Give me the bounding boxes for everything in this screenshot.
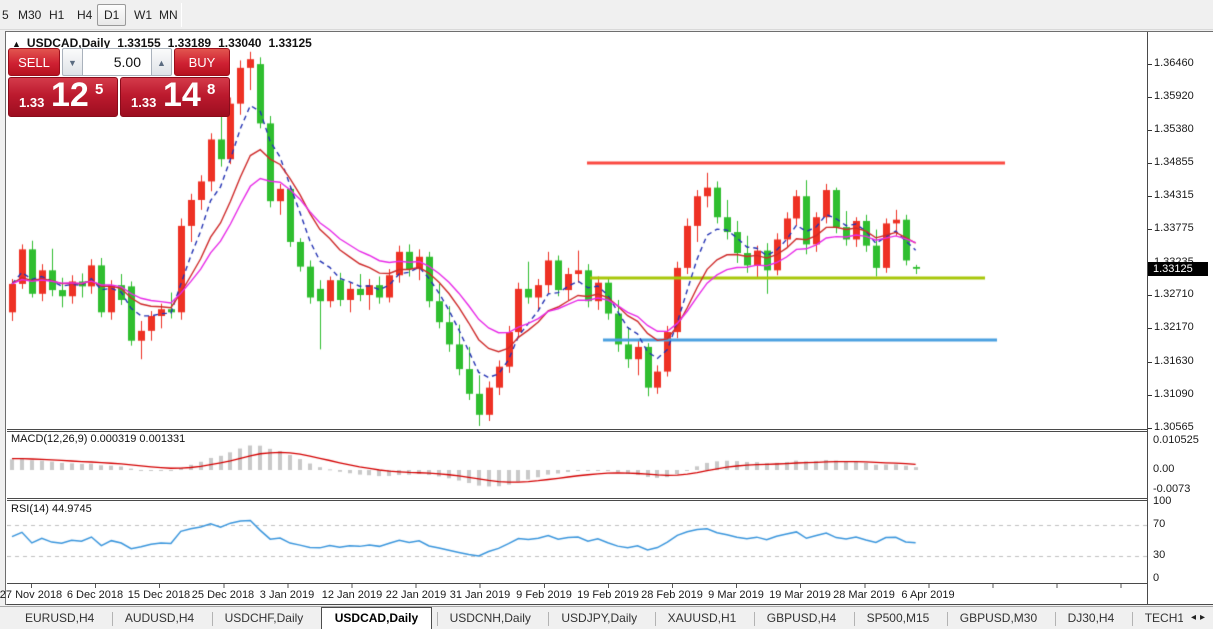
macd-rsi-splitter[interactable] bbox=[7, 498, 1213, 499]
macd-label: MACD(12,26,9) 0.000319 0.001331 bbox=[11, 433, 185, 445]
sell-button[interactable]: SELL bbox=[8, 48, 60, 76]
ohlc-close: 1.33125 bbox=[268, 36, 311, 50]
chevron-up-icon: ▲ bbox=[157, 58, 166, 68]
trade-controls-row: SELL ▼ ▲ BUY bbox=[8, 48, 230, 77]
price-axis-label: 1.32170 bbox=[1154, 321, 1194, 333]
tf-h4-button[interactable]: H4 bbox=[71, 4, 98, 26]
macd-rsi-splitter-line bbox=[7, 500, 1213, 501]
rsi-axis-0: 0 bbox=[1153, 572, 1159, 584]
rsi-label: RSI(14) 44.9745 bbox=[11, 503, 92, 515]
date-axis-ticks bbox=[7, 584, 1147, 588]
bid-price-sup: 5 bbox=[95, 81, 103, 98]
bid-price-main: 12 bbox=[51, 76, 89, 115]
rsi-axis-30: 30 bbox=[1153, 549, 1165, 561]
price-axis-label: 1.35380 bbox=[1154, 123, 1194, 135]
chart-window-bottom-border bbox=[7, 604, 1213, 605]
toolbar-separator bbox=[181, 3, 182, 27]
tab-eurusd-h4[interactable]: EURUSD,H4 bbox=[12, 608, 107, 629]
current-price-tag: 1.33125 bbox=[1148, 262, 1208, 276]
tab-scroll-controls: ◂▸ bbox=[1183, 607, 1213, 629]
rsi-axis-100: 100 bbox=[1153, 495, 1171, 507]
price-axis-label: 1.31090 bbox=[1154, 388, 1194, 400]
tab-sp500-m15[interactable]: SP500,M15 bbox=[854, 608, 943, 629]
price-axis-label: 1.34855 bbox=[1154, 156, 1194, 168]
bid-price-prefix: 1.33 bbox=[19, 95, 44, 110]
tab-gbpusd-m30[interactable]: GBPUSD,M30 bbox=[947, 608, 1050, 629]
volume-decrease-button[interactable]: ▼ bbox=[62, 48, 83, 76]
ask-price-prefix: 1.33 bbox=[131, 95, 156, 110]
price-axis-label: 1.35920 bbox=[1154, 90, 1194, 102]
ask-price-box[interactable]: 1.33 14 8 bbox=[120, 77, 230, 117]
price-axis-label: 1.36460 bbox=[1154, 57, 1194, 69]
one-click-trade-panel: SELL ▼ ▲ BUY 1.33 12 5 1.33 14 8 bbox=[8, 48, 230, 117]
tf-d1-button[interactable]: D1 bbox=[97, 4, 126, 26]
price-axis-label: 1.33775 bbox=[1154, 222, 1194, 234]
volume-input[interactable] bbox=[83, 48, 151, 76]
macd-axis-zero: 0.00 bbox=[1153, 463, 1174, 475]
bid-price-box[interactable]: 1.33 12 5 bbox=[8, 77, 118, 117]
price-axis-label: 1.32710 bbox=[1154, 288, 1194, 300]
tab-usdjpy-daily[interactable]: USDJPY,Daily bbox=[548, 608, 650, 629]
price-axis-label: 1.30565 bbox=[1154, 421, 1194, 433]
mt4-window: 5 M30 H1 H4 D1 W1 MN ▲USDCAD,Daily1.3315… bbox=[0, 0, 1213, 629]
tab-usdchf-daily[interactable]: USDCHF,Daily bbox=[212, 608, 317, 629]
symbol-tab-bar: EURUSD,H4 AUDUSD,H4 USDCHF,Daily USDCAD,… bbox=[0, 606, 1213, 629]
scroll-right-icon[interactable]: ▸ bbox=[1198, 612, 1207, 623]
chevron-down-icon: ▼ bbox=[68, 58, 77, 68]
main-macd-splitter[interactable] bbox=[7, 429, 1213, 430]
ask-price-main: 14 bbox=[163, 76, 201, 115]
main-macd-splitter-line bbox=[7, 431, 1213, 432]
tab-usdcad-daily[interactable]: USDCAD,Daily bbox=[321, 607, 432, 629]
buy-button[interactable]: BUY bbox=[174, 48, 230, 76]
price-axis-label: 1.31630 bbox=[1154, 355, 1194, 367]
macd-axis-max: 0.010525 bbox=[1153, 434, 1199, 446]
tab-dj30-h4[interactable]: DJ30,H4 bbox=[1055, 608, 1128, 629]
volume-increase-button[interactable]: ▲ bbox=[151, 48, 172, 76]
tf-h1-button[interactable]: H1 bbox=[43, 4, 70, 26]
tab-gbpusd-h4[interactable]: GBPUSD,H4 bbox=[754, 608, 849, 629]
price-axis-label: 1.34315 bbox=[1154, 189, 1194, 201]
date-axis-label: 6 Apr 2019 bbox=[888, 589, 968, 601]
tf-mn-button[interactable]: MN bbox=[153, 4, 184, 26]
tab-usdcnh-daily[interactable]: USDCNH,Daily bbox=[437, 608, 544, 629]
timeframe-toolbar: 5 M30 H1 H4 D1 W1 MN bbox=[0, 0, 1213, 30]
ask-price-sup: 8 bbox=[207, 81, 215, 98]
tab-xauusd-h1[interactable]: XAUUSD,H1 bbox=[655, 608, 750, 629]
scroll-left-icon[interactable]: ◂ bbox=[1189, 612, 1198, 623]
trade-prices-row: 1.33 12 5 1.33 14 8 bbox=[8, 77, 230, 117]
tab-audusd-h4[interactable]: AUDUSD,H4 bbox=[112, 608, 207, 629]
macd-axis-min: -0.0073 bbox=[1153, 483, 1190, 495]
rsi-axis-70: 70 bbox=[1153, 518, 1165, 530]
